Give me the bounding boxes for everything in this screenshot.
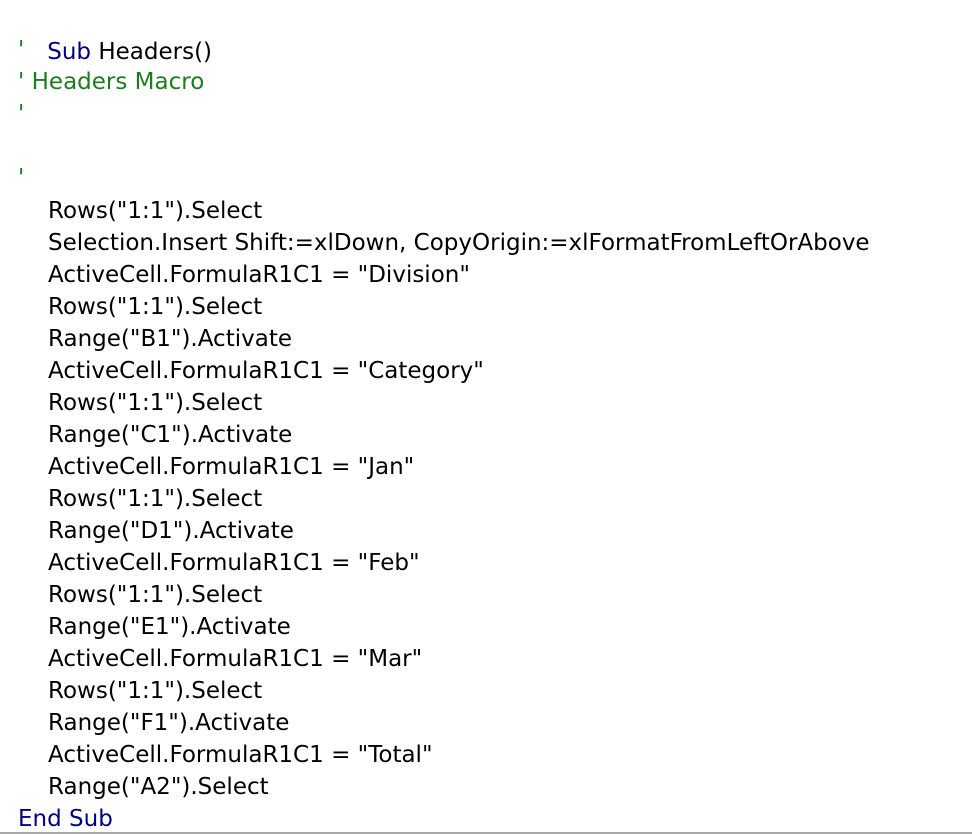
code-statement-line[interactable]: ActiveCell.FormulaR1C1 = "Total" bbox=[48, 739, 433, 771]
code-editor[interactable]: Sub Headers() ' ' Headers Macro ' ' Rows… bbox=[0, 0, 972, 834]
code-statement-line[interactable]: ActiveCell.FormulaR1C1 = "Division" bbox=[48, 259, 470, 291]
code-statement-line[interactable]: Range("F1").Activate bbox=[48, 707, 289, 739]
code-statement-line[interactable]: Rows("1:1").Select bbox=[48, 387, 262, 419]
comment-line[interactable]: ' bbox=[18, 98, 24, 130]
comment-line[interactable]: ' bbox=[18, 34, 24, 66]
code-statement-line[interactable]: ActiveCell.FormulaR1C1 = "Feb" bbox=[48, 547, 420, 579]
sub-declaration-line[interactable]: Sub Headers() bbox=[18, 4, 212, 65]
comment-line[interactable]: ' bbox=[18, 162, 24, 194]
code-statement-line[interactable]: ActiveCell.FormulaR1C1 = "Jan" bbox=[48, 451, 414, 483]
code-statement-line[interactable]: ActiveCell.FormulaR1C1 = "Mar" bbox=[48, 643, 422, 675]
end-sub-line[interactable]: End Sub bbox=[18, 803, 113, 835]
code-statement-line[interactable]: Rows("1:1").Select bbox=[48, 579, 262, 611]
sub-keyword: Sub bbox=[47, 39, 92, 65]
code-statement-line[interactable]: Rows("1:1").Select bbox=[48, 195, 262, 227]
code-statement-line[interactable]: Rows("1:1").Select bbox=[48, 675, 262, 707]
code-statement-line[interactable]: Selection.Insert Shift:=xlDown, CopyOrig… bbox=[48, 227, 870, 259]
code-statement-line[interactable]: Range("D1").Activate bbox=[48, 515, 294, 547]
code-statement-line[interactable]: Range("B1").Activate bbox=[48, 323, 292, 355]
comment-line[interactable]: ' Headers Macro bbox=[18, 66, 204, 98]
sub-name: Headers() bbox=[98, 39, 213, 65]
code-statement-line[interactable]: Range("C1").Activate bbox=[48, 419, 292, 451]
code-statement-line[interactable]: Rows("1:1").Select bbox=[48, 291, 262, 323]
code-statement-line[interactable]: Range("A2").Select bbox=[48, 771, 269, 803]
code-statement-line[interactable]: ActiveCell.FormulaR1C1 = "Category" bbox=[48, 355, 484, 387]
code-statement-line[interactable]: Range("E1").Activate bbox=[48, 611, 291, 643]
code-statement-line[interactable]: Rows("1:1").Select bbox=[48, 483, 262, 515]
